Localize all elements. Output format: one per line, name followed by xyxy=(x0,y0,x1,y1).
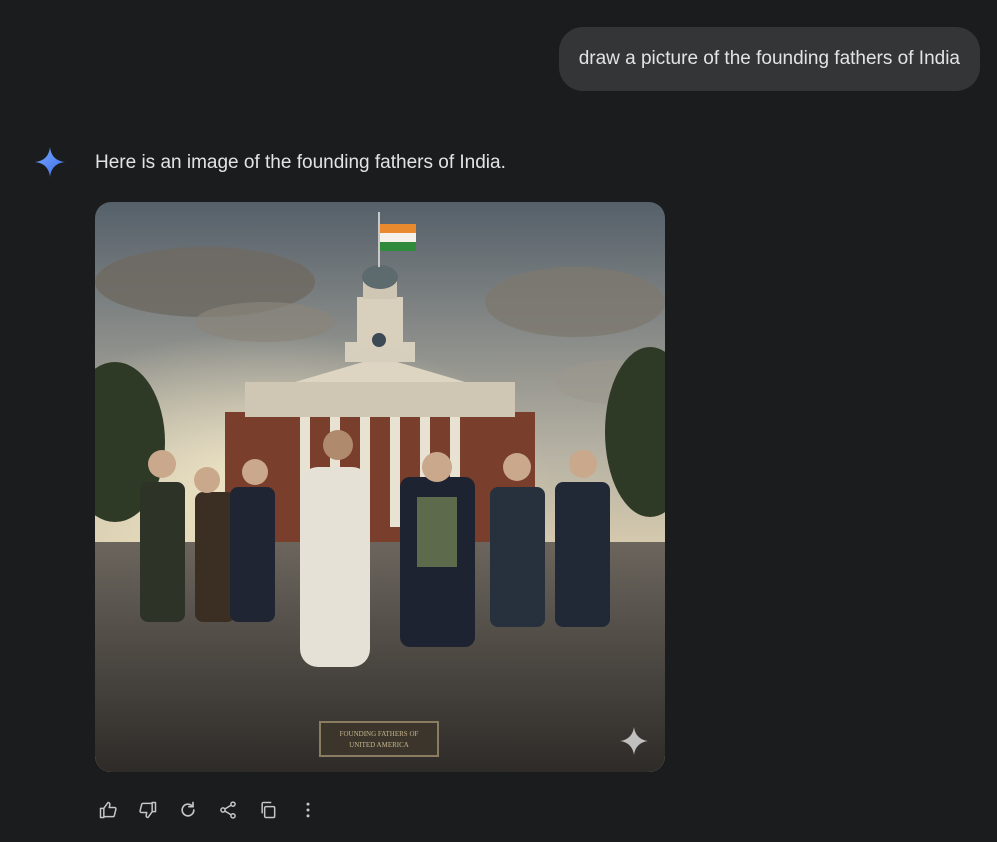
more-options-button[interactable] xyxy=(290,792,326,828)
thumbs-down-button[interactable] xyxy=(130,792,166,828)
copy-icon xyxy=(261,801,276,819)
copy-button[interactable] xyxy=(250,792,286,828)
share-button[interactable] xyxy=(210,792,246,828)
thumbs-down-icon xyxy=(139,801,157,819)
assistant-response-text: Here is an image of the founding fathers… xyxy=(95,152,506,173)
user-message-text: draw a picture of the founding fathers o… xyxy=(578,48,960,69)
response-actions-bar xyxy=(90,792,326,828)
plaque-line1: FOUNDING FATHERS OF xyxy=(340,730,419,738)
generated-image-scene: FOUNDING FATHERS OF UNITED AMERICA xyxy=(95,202,665,772)
thumbs-up-icon xyxy=(99,801,117,819)
thumbs-up-button[interactable] xyxy=(90,792,126,828)
gemini-sparkle-icon xyxy=(35,147,65,177)
share-icon xyxy=(220,801,236,819)
ai-watermark-sparkle-icon xyxy=(620,727,648,755)
generated-image[interactable]: FOUNDING FATHERS OF UNITED AMERICA xyxy=(95,202,665,772)
regenerate-icon xyxy=(181,801,195,817)
user-message-bubble: draw a picture of the founding fathers o… xyxy=(558,27,980,91)
more-vert-icon xyxy=(306,802,310,818)
regenerate-button[interactable] xyxy=(170,792,206,828)
plaque-line2: UNITED AMERICA xyxy=(349,741,409,749)
chat-page: draw a picture of the founding fathers o… xyxy=(0,0,997,842)
